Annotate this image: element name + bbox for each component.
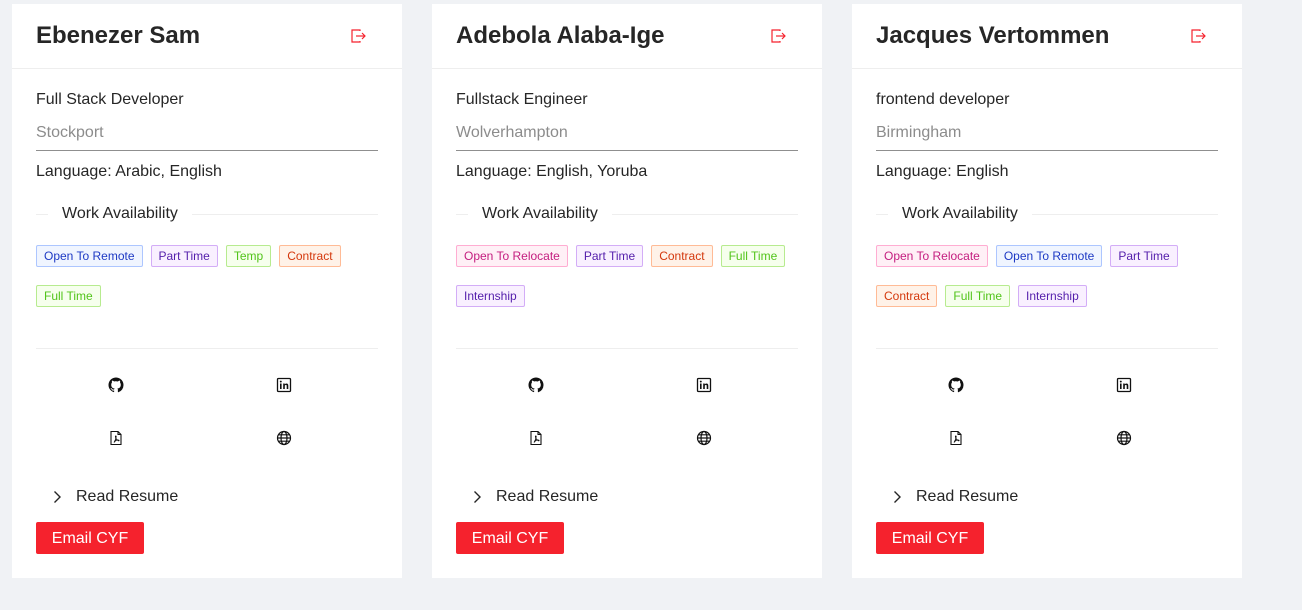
read-resume-label: Read Resume [76, 488, 179, 505]
graduate-card: Jacques Vertommen frontend developer Bir… [852, 4, 1242, 578]
availability-tag[interactable]: Part Time [150, 245, 218, 267]
email-cyf-button[interactable]: Email CYF [876, 522, 984, 554]
read-resume-toggle[interactable]: Read Resume [52, 488, 178, 506]
location-text: Stockport [36, 124, 378, 151]
logout-icon[interactable] [770, 28, 786, 44]
work-availability-divider: Work Availability [36, 204, 378, 224]
graduate-card: Adebola Alaba-Ige Fullstack Engineer Wol… [432, 4, 822, 578]
email-cyf-button[interactable]: Email CYF [456, 522, 564, 554]
card-header: Ebenezer Sam [12, 4, 402, 69]
work-availability-heading: Work Availability [62, 205, 178, 222]
job-title: Fullstack Engineer [456, 91, 588, 108]
availability-tags: Open To Relocate Open To Remote Part Time C… [876, 245, 1228, 307]
divider [36, 348, 378, 349]
divider [456, 348, 798, 349]
availability-tag[interactable]: Internship [456, 285, 525, 307]
linkedin-icon[interactable] [1116, 377, 1132, 393]
logout-icon[interactable] [1190, 28, 1206, 44]
availability-tag[interactable]: Contract [651, 245, 713, 267]
read-resume-label: Read Resume [496, 488, 599, 505]
availability-tag[interactable]: Open To Remote [36, 245, 143, 267]
logout-icon[interactable] [350, 28, 366, 44]
pdf-icon[interactable] [948, 430, 964, 446]
languages-text: Language: English [876, 163, 1009, 180]
job-title: Full Stack Developer [36, 91, 184, 108]
globe-icon[interactable] [1116, 430, 1132, 446]
availability-tags: Open To Relocate Part Time Contract Full Ti… [456, 245, 808, 307]
card-title: Jacques Vertommen [876, 22, 1110, 49]
availability-tag[interactable]: Contract [279, 245, 341, 267]
work-availability-heading: Work Availability [902, 205, 1018, 222]
linkedin-icon[interactable] [696, 377, 712, 393]
chevron-right-icon [894, 491, 901, 503]
divider-line [1032, 214, 1218, 215]
work-availability-divider: Work Availability [876, 204, 1218, 224]
availability-tag[interactable]: Part Time [575, 245, 644, 267]
card-title: Ebenezer Sam [36, 22, 201, 49]
availability-tag[interactable]: Internship [1018, 285, 1087, 307]
divider-line [456, 214, 468, 215]
globe-icon[interactable] [276, 430, 292, 446]
pdf-icon[interactable] [528, 430, 544, 446]
card-header: Adebola Alaba-Ige [432, 4, 822, 69]
availability-tag[interactable]: Open To Remote [995, 245, 1103, 267]
availability-tag[interactable]: Part Time [1110, 245, 1178, 267]
linkedin-icon[interactable] [276, 377, 292, 393]
card-title: Adebola Alaba-Ige [456, 22, 665, 49]
read-resume-toggle[interactable]: Read Resume [472, 488, 598, 506]
read-resume-toggle[interactable]: Read Resume [892, 488, 1018, 506]
work-availability-heading: Work Availability [482, 205, 598, 222]
languages-text: Language: English, Yoruba [456, 163, 648, 180]
divider-line [192, 214, 378, 215]
availability-tag[interactable]: Open To Relocate [456, 245, 568, 267]
chevron-right-icon [474, 491, 481, 503]
job-title: frontend developer [876, 91, 1010, 108]
email-cyf-button[interactable]: Email CYF [36, 522, 144, 554]
languages-text: Language: Arabic, English [36, 163, 222, 180]
availability-tag[interactable]: Contract [876, 285, 938, 307]
divider-line [36, 214, 48, 215]
availability-tag[interactable]: Full Time [720, 245, 786, 267]
divider-line [876, 214, 888, 215]
github-icon[interactable] [948, 377, 964, 393]
location-text: Wolverhampton [456, 124, 798, 151]
availability-tag[interactable]: Full Time [36, 285, 101, 307]
availability-tag[interactable]: Full Time [945, 285, 1011, 307]
github-icon[interactable] [108, 377, 124, 393]
divider-line [612, 214, 798, 215]
work-availability-divider: Work Availability [456, 204, 798, 224]
availability-tag[interactable]: Temp [225, 245, 272, 267]
graduate-cards-list: Ebenezer Sam Full Stack Developer Stockp… [12, 4, 1242, 578]
graduate-card: Ebenezer Sam Full Stack Developer Stockp… [12, 4, 402, 578]
read-resume-label: Read Resume [916, 488, 1019, 505]
availability-tags: Open To Remote Part Time Temp Contract Full … [36, 245, 388, 307]
chevron-right-icon [54, 491, 61, 503]
availability-tag[interactable]: Open To Relocate [876, 245, 988, 267]
divider [876, 348, 1218, 349]
pdf-icon[interactable] [108, 430, 124, 446]
card-header: Jacques Vertommen [852, 4, 1242, 69]
github-icon[interactable] [528, 377, 544, 393]
globe-icon[interactable] [696, 430, 712, 446]
location-text: Birmingham [876, 124, 1218, 151]
